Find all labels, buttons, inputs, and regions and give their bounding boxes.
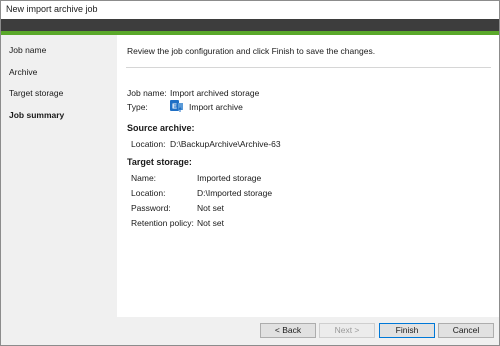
cancel-button[interactable]: Cancel: [438, 323, 494, 338]
job-name-value: Import archived storage: [170, 88, 260, 98]
exchange-import-icon: E: [170, 100, 183, 112]
step-job-summary[interactable]: Job summary: [9, 110, 64, 120]
target-location-label: Location:: [131, 188, 166, 198]
target-location-value: D:\Imported storage: [197, 188, 273, 198]
divider: [126, 67, 491, 68]
intro-text: Review the job configuration and click F…: [127, 46, 376, 56]
target-password-label: Password:: [131, 203, 171, 213]
type-value: Import archive: [189, 102, 243, 112]
source-archive-heading: Source archive:: [127, 123, 195, 133]
source-location-label: Location:: [131, 139, 166, 149]
job-name-label: Job name:: [127, 88, 167, 98]
source-location-value: D:\BackupArchive\Archive-63: [170, 139, 281, 149]
step-archive[interactable]: Archive: [9, 67, 37, 77]
back-button[interactable]: < Back: [260, 323, 316, 338]
window-title: New import archive job: [6, 4, 98, 14]
wizard-steps-sidebar: Job name Archive Target storage Job summ…: [1, 35, 117, 345]
target-name-label: Name:: [131, 173, 157, 183]
step-job-name[interactable]: Job name: [9, 45, 46, 55]
step-target-storage[interactable]: Target storage: [9, 88, 63, 98]
finish-button[interactable]: Finish: [379, 323, 435, 338]
next-button[interactable]: Next >: [319, 323, 375, 338]
summary-panel: Review the job configuration and click F…: [117, 35, 499, 317]
button-bar: < Back Next > Finish Cancel: [1, 317, 499, 345]
target-storage-heading: Target storage:: [127, 157, 192, 167]
type-label: Type:: [127, 102, 148, 112]
wizard-window: New import archive job Job name Archive …: [0, 0, 500, 346]
retention-policy-value: Not set: [197, 218, 224, 228]
target-password-value: Not set: [197, 203, 224, 213]
retention-policy-label: Retention policy:: [131, 218, 194, 228]
svg-text:E: E: [172, 102, 177, 111]
header-band: [1, 19, 499, 31]
title-bar: New import archive job: [1, 1, 499, 19]
target-name-value: Imported storage: [197, 173, 262, 183]
